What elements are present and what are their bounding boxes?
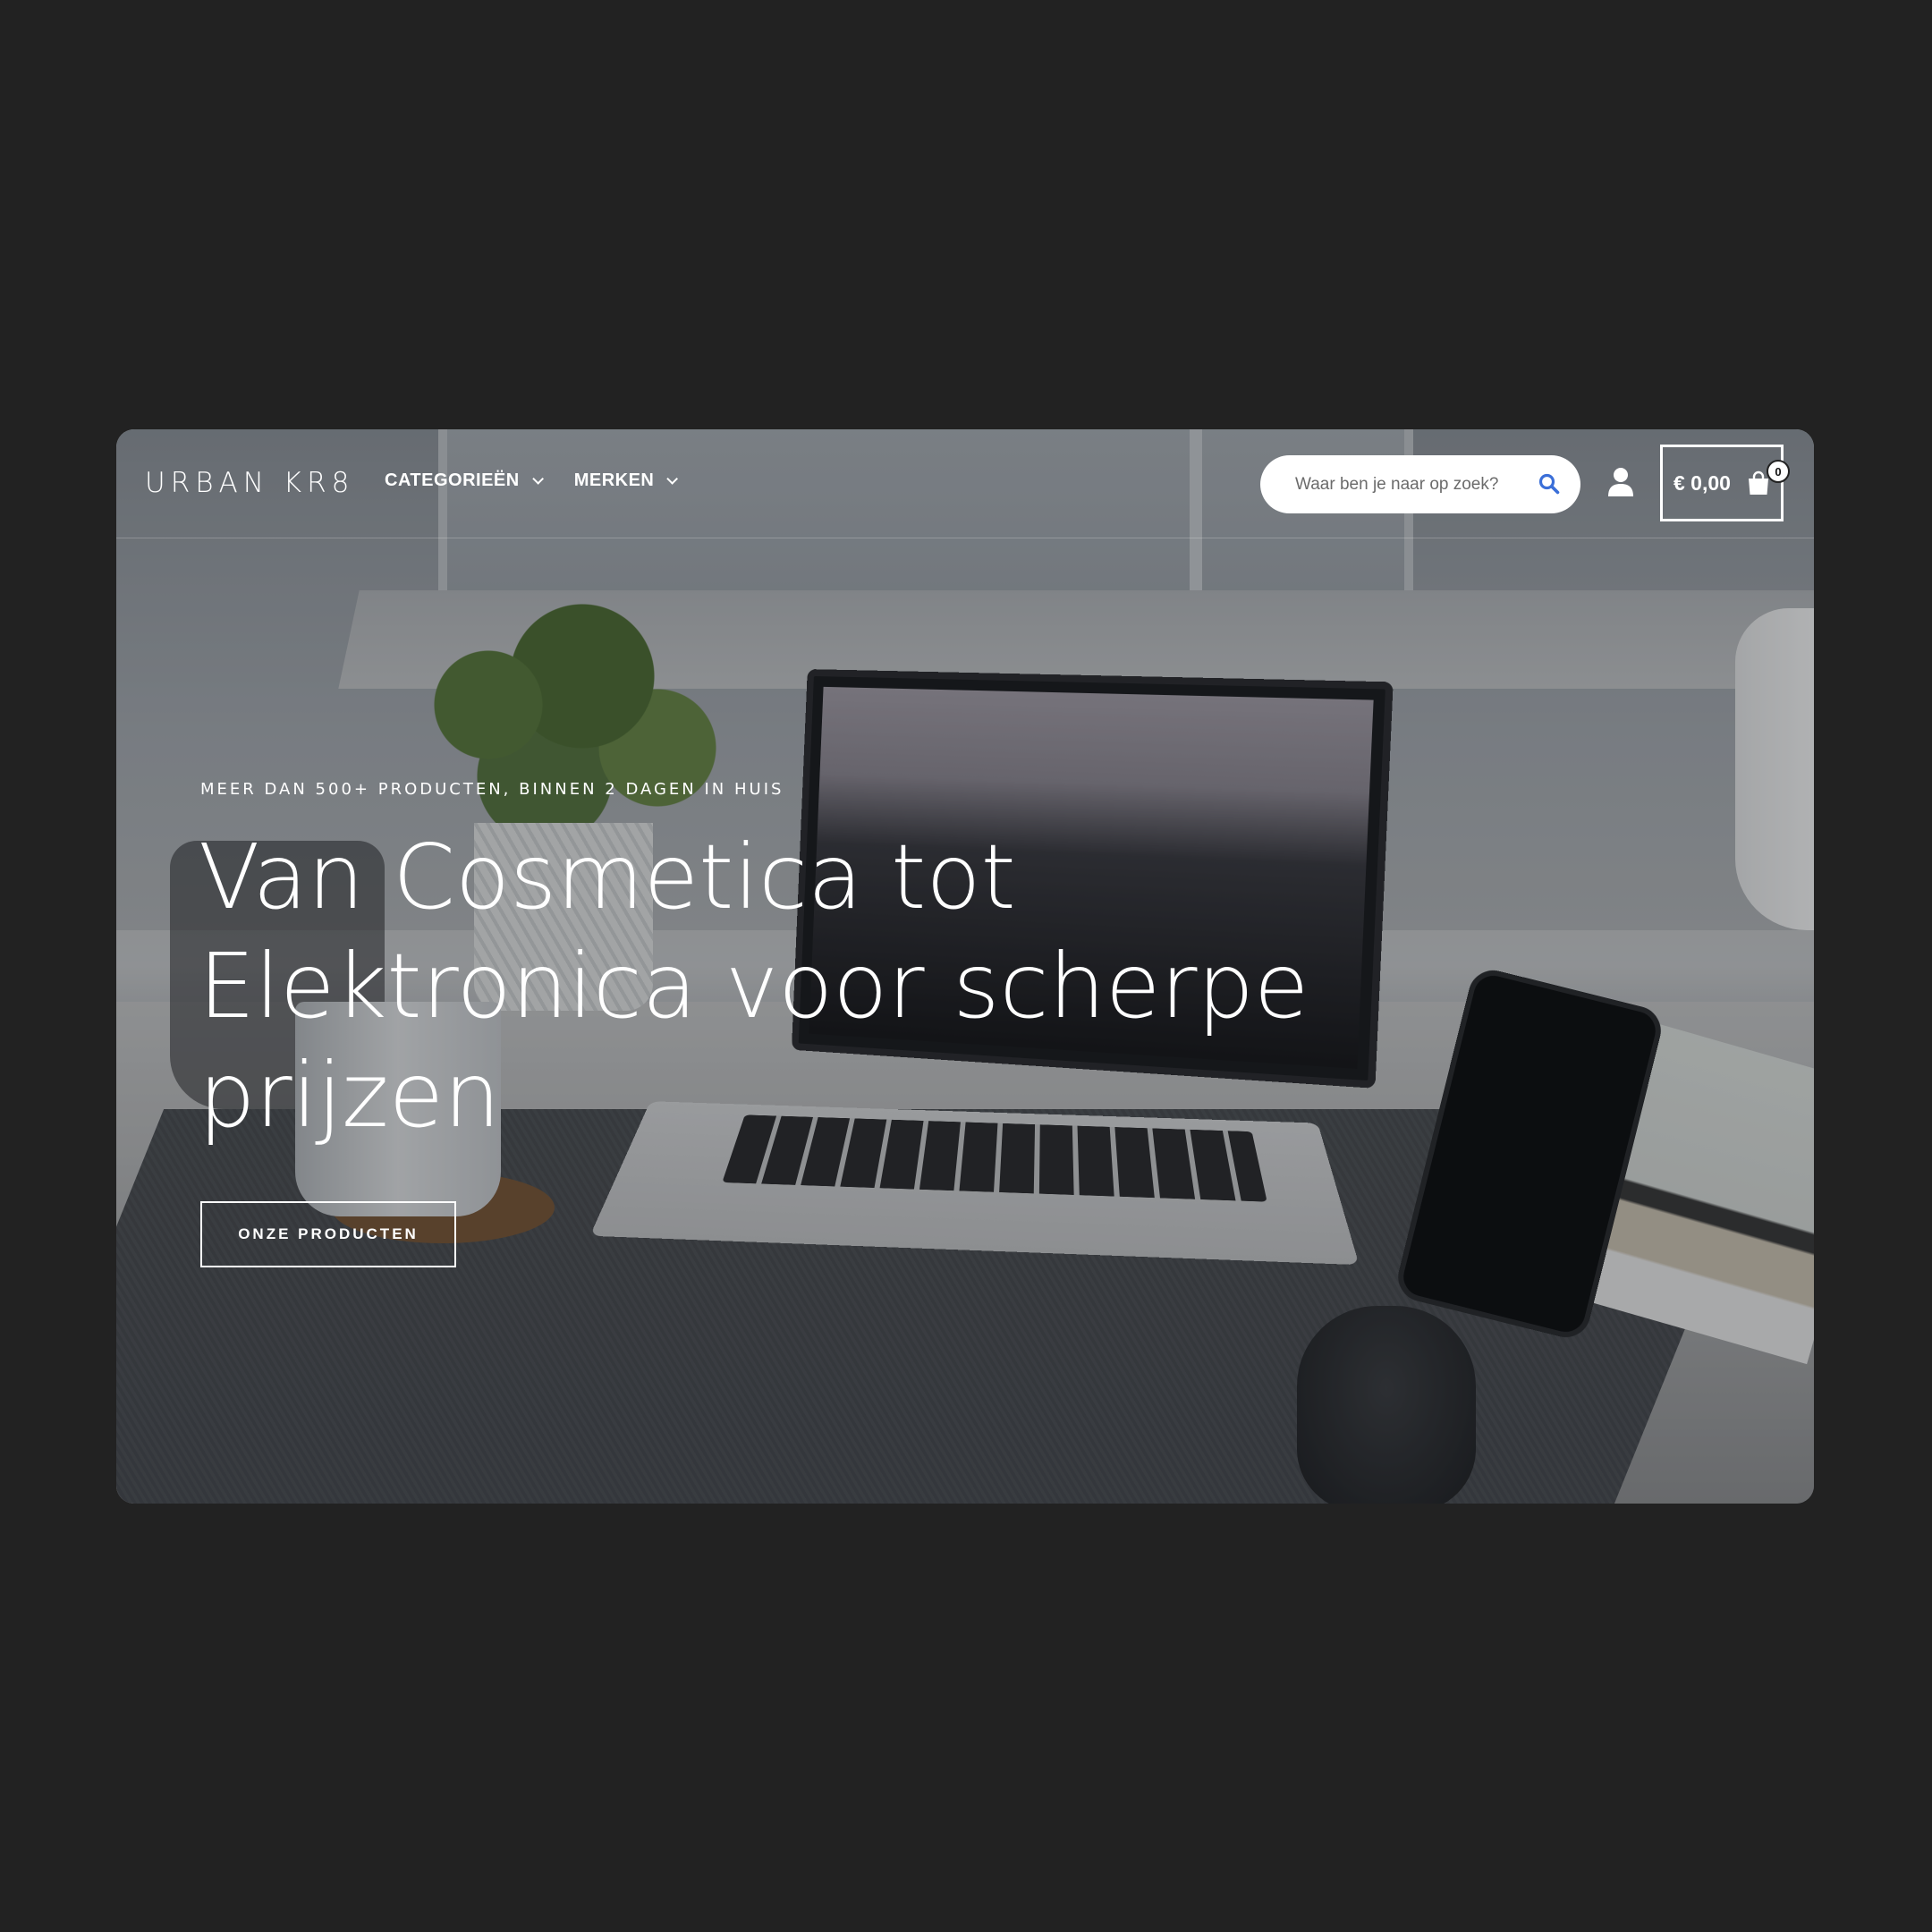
search-input[interactable] [1293, 473, 1526, 496]
chevron-down-icon [666, 473, 679, 485]
cart-count-badge: 0 [1767, 460, 1790, 483]
hero-title: Van Cosmetica tot Elektronica voor scher… [199, 825, 1309, 1148]
nav-item-label: CATEGORIEËN [385, 470, 520, 490]
nav-item-brands[interactable]: MERKEN [573, 470, 679, 491]
user-icon[interactable] [1607, 467, 1634, 497]
our-products-button[interactable]: ONZE PRODUCTEN [200, 1201, 456, 1267]
nav-item-label: MERKEN [573, 470, 655, 490]
search-bar [1260, 455, 1580, 513]
site-window: URBAN KR8 CATEGORIEËN MERKEN Waar ben je… [116, 429, 1814, 1504]
cart-button[interactable]: € 0,00 0 [1660, 445, 1790, 521]
cart-total: € 0,00 [1674, 470, 1731, 495]
search-icon[interactable] [1538, 472, 1561, 496]
site-header: URBAN KR8 CATEGORIEËN MERKEN Waar ben je… [116, 429, 1814, 538]
chevron-down-icon [531, 473, 544, 485]
main-nav: CATEGORIEËN MERKEN [385, 470, 679, 491]
site-logo[interactable]: URBAN KR8 [145, 467, 354, 499]
hero-eyebrow: MEER DAN 500+ PRODUCTEN, BINNEN 2 DAGEN … [200, 780, 784, 799]
nav-item-categories[interactable]: CATEGORIEËN [385, 470, 544, 491]
